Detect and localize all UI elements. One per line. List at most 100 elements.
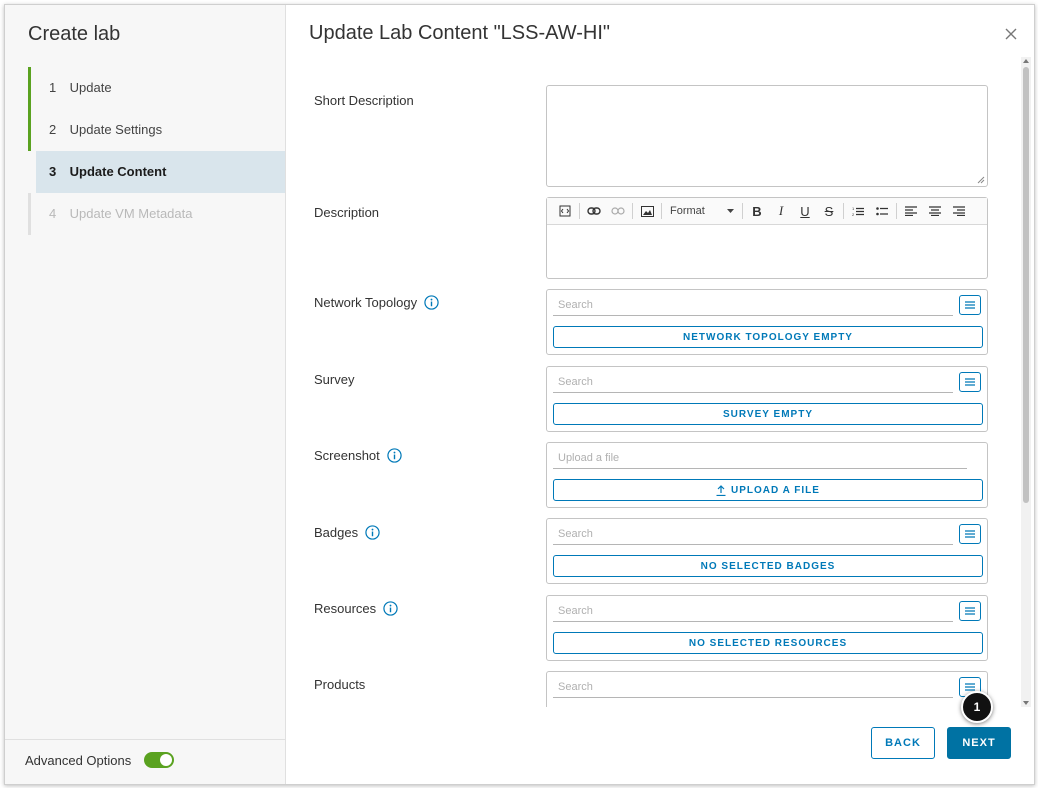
survey-label: Survey bbox=[314, 372, 354, 387]
step-number: 1 bbox=[49, 80, 57, 95]
form-scroll-area[interactable]: Short Description Description Format B I… bbox=[286, 57, 1024, 707]
vertical-scrollbar[interactable] bbox=[1021, 57, 1031, 707]
step-number: 4 bbox=[49, 206, 57, 221]
survey-empty-button[interactable]: SURVEY EMPTY bbox=[553, 403, 983, 425]
advanced-options-label: Advanced Options bbox=[25, 753, 132, 768]
toolbar-separator bbox=[896, 203, 897, 219]
numbered-list-icon[interactable]: 12 bbox=[846, 199, 870, 223]
description-rich-editor[interactable]: Format B I U S 12 bbox=[546, 197, 988, 279]
survey-search-input[interactable]: Search bbox=[553, 371, 953, 393]
wizard-step-update-vm-metadata: 4 Update VM Metadata bbox=[28, 193, 285, 235]
step-label: Update Content bbox=[69, 164, 167, 179]
products-label: Products bbox=[314, 677, 365, 692]
advanced-options-toggle[interactable] bbox=[144, 752, 174, 768]
source-icon[interactable] bbox=[553, 199, 577, 223]
svg-text:1: 1 bbox=[852, 206, 855, 211]
upload-file-button[interactable]: UPLOAD A FILE bbox=[553, 479, 983, 501]
page-title: Update Lab Content "LSS-AW-HI" bbox=[309, 22, 611, 44]
step-callout-badge: 1 bbox=[961, 691, 993, 723]
resources-picker: Search NO SELECTED RESOURCES bbox=[546, 595, 988, 661]
wizard-steps: 1 Update 2 Update Settings 3 Update Cont… bbox=[28, 67, 285, 235]
scroll-up-arrow-icon[interactable] bbox=[1023, 59, 1029, 63]
label-text: Survey bbox=[314, 372, 355, 387]
toolbar-separator bbox=[632, 203, 633, 219]
toolbar-separator bbox=[742, 203, 743, 219]
bulleted-list-icon[interactable] bbox=[870, 199, 894, 223]
toolbar-separator bbox=[579, 203, 580, 219]
wizard-step-update-settings[interactable]: 2 Update Settings bbox=[28, 109, 285, 151]
description-label: Description bbox=[314, 205, 379, 220]
toolbar-separator bbox=[843, 203, 844, 219]
wizard-sidebar: Create lab 1 Update 2 Update Settings 3 … bbox=[5, 5, 286, 784]
toolbar-separator bbox=[661, 203, 662, 219]
svg-text:2: 2 bbox=[852, 212, 855, 217]
resize-handle-icon[interactable] bbox=[977, 176, 985, 184]
wizard-main: Update Lab Content "LSS-AW-HI" Short Des… bbox=[286, 5, 1034, 784]
caret-down-icon bbox=[727, 209, 734, 213]
step-progress-bar bbox=[28, 109, 31, 151]
strikethrough-icon[interactable]: S bbox=[817, 199, 841, 223]
label-text: Resources bbox=[314, 601, 377, 616]
no-selected-badges-button[interactable]: NO SELECTED BADGES bbox=[553, 555, 983, 577]
resources-label: Resources bbox=[314, 601, 398, 616]
network-topology-picker: Search NETWORK TOPOLOGY EMPTY bbox=[546, 289, 988, 355]
wizard-step-update-content[interactable]: 3 Update Content bbox=[36, 151, 285, 193]
network-topology-empty-button[interactable]: NETWORK TOPOLOGY EMPTY bbox=[553, 326, 983, 348]
info-icon[interactable] bbox=[387, 448, 402, 463]
badges-label: Badges bbox=[314, 525, 380, 540]
short-description-textarea[interactable] bbox=[546, 85, 988, 187]
close-icon[interactable] bbox=[1004, 27, 1018, 41]
step-label: Update VM Metadata bbox=[69, 206, 193, 221]
badges-picker: Search NO SELECTED BADGES bbox=[546, 518, 988, 584]
link-icon[interactable] bbox=[582, 199, 606, 223]
info-icon[interactable] bbox=[365, 525, 380, 540]
step-progress-bar bbox=[28, 193, 31, 235]
info-icon[interactable] bbox=[424, 295, 439, 310]
screenshot-upload: Upload a file UPLOAD A FILE bbox=[546, 442, 988, 508]
back-button[interactable]: BACK bbox=[871, 727, 935, 759]
no-selected-resources-button[interactable]: NO SELECTED RESOURCES bbox=[553, 632, 983, 654]
next-button[interactable]: NEXT bbox=[947, 727, 1011, 759]
wizard-step-update[interactable]: 1 Update bbox=[28, 67, 285, 109]
info-icon[interactable] bbox=[383, 601, 398, 616]
products-picker: Search bbox=[546, 671, 988, 707]
label-text: Network Topology bbox=[314, 295, 418, 310]
upload-icon bbox=[716, 484, 726, 496]
screenshot-label: Screenshot bbox=[314, 448, 402, 463]
step-label: Update Settings bbox=[69, 122, 163, 137]
bold-icon[interactable]: B bbox=[745, 199, 769, 223]
network-topology-search-input[interactable]: Search bbox=[553, 294, 953, 316]
align-right-icon[interactable] bbox=[947, 199, 971, 223]
list-icon[interactable] bbox=[959, 372, 981, 392]
short-description-label: Short Description bbox=[314, 93, 414, 108]
list-icon[interactable] bbox=[959, 601, 981, 621]
underline-icon[interactable]: U bbox=[793, 199, 817, 223]
upload-file-label: UPLOAD A FILE bbox=[731, 484, 820, 496]
format-label: Format bbox=[670, 205, 705, 217]
network-topology-label: Network Topology bbox=[314, 295, 439, 310]
format-dropdown[interactable]: Format bbox=[664, 199, 740, 223]
scrollbar-thumb[interactable] bbox=[1023, 67, 1029, 503]
italic-icon[interactable]: I bbox=[769, 199, 793, 223]
label-text: Badges bbox=[314, 525, 359, 540]
label-text: Screenshot bbox=[314, 448, 380, 463]
create-lab-modal: Create lab 1 Update 2 Update Settings 3 … bbox=[4, 4, 1035, 785]
step-progress-bar bbox=[28, 67, 31, 109]
editor-toolbar: Format B I U S 12 bbox=[547, 198, 987, 225]
image-icon[interactable] bbox=[635, 199, 659, 223]
label-text: Short Description bbox=[314, 93, 414, 108]
list-icon[interactable] bbox=[959, 524, 981, 544]
label-text: Products bbox=[314, 677, 366, 692]
products-search-input[interactable]: Search bbox=[553, 676, 953, 698]
align-center-icon[interactable] bbox=[923, 199, 947, 223]
badges-search-input[interactable]: Search bbox=[553, 523, 953, 545]
survey-picker: Search SURVEY EMPTY bbox=[546, 366, 988, 432]
align-left-icon[interactable] bbox=[899, 199, 923, 223]
list-icon[interactable] bbox=[959, 295, 981, 315]
screenshot-file-input[interactable]: Upload a file bbox=[553, 447, 967, 469]
scroll-down-arrow-icon[interactable] bbox=[1023, 701, 1029, 705]
resources-search-input[interactable]: Search bbox=[553, 600, 953, 622]
advanced-options-bar: Advanced Options bbox=[5, 739, 285, 784]
unlink-icon bbox=[606, 199, 630, 223]
step-label: Update bbox=[69, 80, 112, 95]
